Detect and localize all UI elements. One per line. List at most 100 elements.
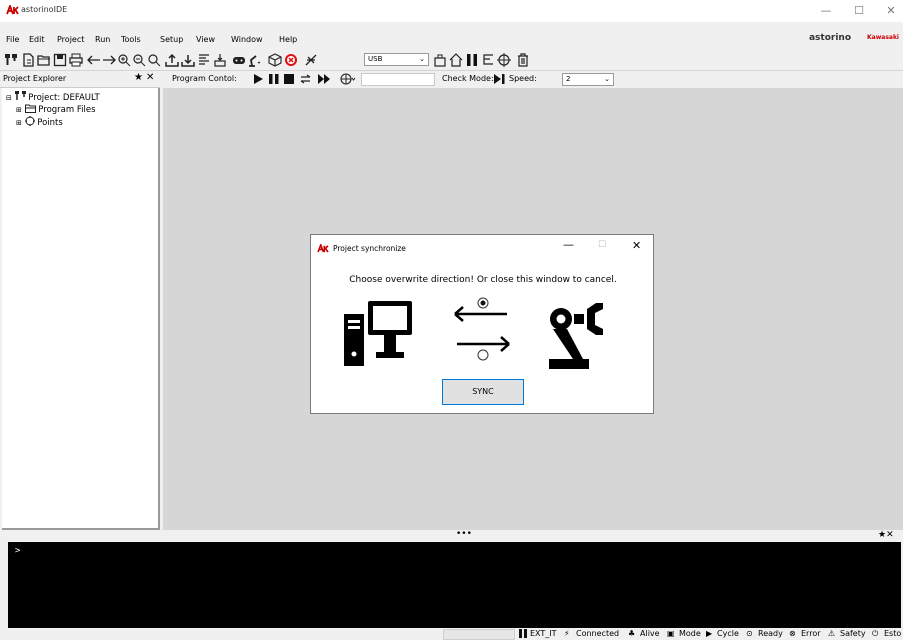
status-estop: Esto bbox=[884, 629, 902, 638]
play-icon[interactable] bbox=[253, 74, 263, 84]
program-control-bar: Program Contol: Check Mode: Speed: 2 ⌄ bbox=[163, 71, 903, 88]
menu-run[interactable]: Run bbox=[95, 35, 110, 44]
plug-icon: ⚡ bbox=[564, 629, 570, 638]
dialog-close-button[interactable]: ✕ bbox=[632, 239, 641, 252]
robot-arm-dropdown-icon[interactable] bbox=[247, 53, 261, 67]
menu-project[interactable]: Project bbox=[57, 35, 84, 44]
pause-program-icon[interactable] bbox=[269, 74, 279, 84]
check-mode-label: Check Mode: bbox=[442, 74, 494, 83]
speed-select[interactable]: 2 ⌄ bbox=[562, 73, 614, 86]
print-icon[interactable] bbox=[69, 53, 83, 67]
menu-tools[interactable]: Tools bbox=[121, 35, 141, 44]
stop-icon[interactable] bbox=[284, 74, 294, 84]
status-ext-it: EXT_IT bbox=[530, 629, 557, 638]
explorer-close-button[interactable]: ✕ bbox=[146, 72, 154, 83]
zoom-in-icon[interactable] bbox=[117, 53, 131, 67]
step-icon[interactable] bbox=[300, 74, 311, 84]
tree-item-label: Points bbox=[37, 118, 63, 128]
expand-icon[interactable]: ⊞ bbox=[16, 106, 22, 114]
console-prompt: > bbox=[15, 546, 21, 556]
backup-icon[interactable] bbox=[213, 53, 227, 67]
undo-icon[interactable] bbox=[87, 53, 101, 67]
tree-item-project[interactable]: ⊟ Project: DEFAULT bbox=[6, 91, 100, 103]
brand-logo: astorino bbox=[808, 33, 851, 43]
teach-pendant-icon[interactable] bbox=[433, 53, 447, 67]
brand-partner-logo: Kawasaki bbox=[867, 34, 899, 41]
explorer-title: Project Explorer bbox=[3, 74, 67, 83]
menu-setup[interactable]: Setup bbox=[160, 35, 183, 44]
zoom-out-icon[interactable] bbox=[132, 53, 146, 67]
speed-label: Speed: bbox=[509, 74, 537, 83]
return-icon[interactable] bbox=[481, 53, 495, 67]
tree-item-points[interactable]: ⊞ Points bbox=[16, 116, 63, 128]
output-pin-close[interactable]: ★✕ bbox=[878, 530, 894, 540]
menu-window[interactable]: Window bbox=[231, 35, 263, 44]
menu-file[interactable]: File bbox=[6, 35, 19, 44]
status-connected: Connected bbox=[576, 629, 620, 638]
output-grip[interactable]: ••• bbox=[456, 529, 472, 539]
status-field bbox=[443, 629, 515, 640]
connection-icon[interactable] bbox=[304, 53, 318, 67]
target-icon[interactable] bbox=[497, 53, 511, 67]
warning-icon: ⚠ bbox=[828, 629, 836, 638]
globe-dropdown-icon[interactable] bbox=[340, 73, 356, 85]
program-name-field[interactable] bbox=[361, 73, 435, 86]
chevron-down-icon: ⌄ bbox=[419, 55, 425, 63]
close-button[interactable]: ✕ bbox=[883, 3, 899, 19]
dialog-minimize-button[interactable]: — bbox=[563, 238, 574, 251]
project-icon bbox=[14, 91, 26, 100]
sync-button[interactable]: SYNC bbox=[442, 379, 524, 405]
project-explorer-panel: ⊟ Project: DEFAULT ⊞ Program Files ⊞ Poi… bbox=[2, 88, 160, 530]
mode-icon: ▣ bbox=[667, 629, 675, 638]
cube-icon[interactable] bbox=[268, 53, 282, 67]
pin-icon[interactable]: ★ bbox=[134, 72, 143, 83]
sync-dialog: Project synchronize — ☐ ✕ Choose overwri… bbox=[310, 234, 654, 414]
fast-forward-icon[interactable] bbox=[318, 74, 330, 84]
status-ready: Ready bbox=[758, 629, 783, 638]
power-icon: ⏻ bbox=[872, 629, 879, 638]
check-step-icon[interactable] bbox=[494, 74, 505, 84]
expand-icon[interactable]: ⊞ bbox=[16, 119, 22, 127]
tree-item-label: Project: DEFAULT bbox=[28, 93, 100, 103]
error-icon: ⊗ bbox=[789, 629, 796, 638]
new-file-icon[interactable] bbox=[21, 53, 35, 67]
collapse-icon[interactable]: ⊟ bbox=[6, 94, 12, 102]
maximize-button[interactable]: ☐ bbox=[851, 3, 867, 19]
speed-select-value: 2 bbox=[566, 75, 571, 83]
dialog-title: Project synchronize bbox=[333, 244, 406, 253]
gamepad-icon[interactable] bbox=[232, 53, 246, 67]
pause-icon[interactable] bbox=[465, 53, 479, 67]
save-icon[interactable] bbox=[53, 53, 67, 67]
chevron-down-icon: ⌄ bbox=[604, 75, 610, 83]
open-folder-icon[interactable] bbox=[37, 53, 51, 67]
radio-robot-to-pc[interactable] bbox=[477, 297, 489, 309]
stop-sign-icon[interactable] bbox=[284, 53, 298, 67]
status-error: Error bbox=[801, 629, 821, 638]
menu-view[interactable]: View bbox=[196, 35, 215, 44]
minimize-button[interactable]: — bbox=[818, 3, 834, 19]
title-bar: astorinoIDE — ☐ ✕ bbox=[0, 0, 903, 22]
explorer-header: Project Explorer ★ ✕ bbox=[0, 71, 160, 88]
alive-icon: ♣ bbox=[628, 629, 636, 638]
status-bar: EXT_IT ⚡ Connected ♣ Alive ▣ Mode ▶ Cycl… bbox=[0, 628, 903, 640]
program-control-label: Program Contol: bbox=[172, 74, 237, 83]
compare-icon[interactable] bbox=[197, 53, 211, 67]
download-icon[interactable] bbox=[181, 53, 195, 67]
console-output[interactable]: > bbox=[8, 542, 901, 628]
menu-help[interactable]: Help bbox=[279, 35, 297, 44]
connection-select[interactable]: USB ⌄ bbox=[364, 53, 429, 66]
app-logo-icon bbox=[317, 244, 329, 253]
computer-icon bbox=[344, 301, 412, 366]
radio-pc-to-robot[interactable] bbox=[477, 349, 489, 361]
project-tree-icon[interactable] bbox=[4, 53, 18, 67]
home-icon[interactable] bbox=[449, 53, 463, 67]
status-alive: Alive bbox=[640, 629, 660, 638]
upload-icon[interactable] bbox=[165, 53, 179, 67]
tree-item-program-files[interactable]: ⊞ Program Files bbox=[16, 104, 96, 115]
redo-icon[interactable] bbox=[102, 53, 116, 67]
menu-edit[interactable]: Edit bbox=[29, 35, 45, 44]
ready-icon: ⊙ bbox=[746, 629, 753, 638]
delete-icon[interactable] bbox=[516, 53, 530, 67]
search-icon[interactable] bbox=[147, 53, 161, 67]
tree-item-label: Program Files bbox=[38, 105, 96, 115]
